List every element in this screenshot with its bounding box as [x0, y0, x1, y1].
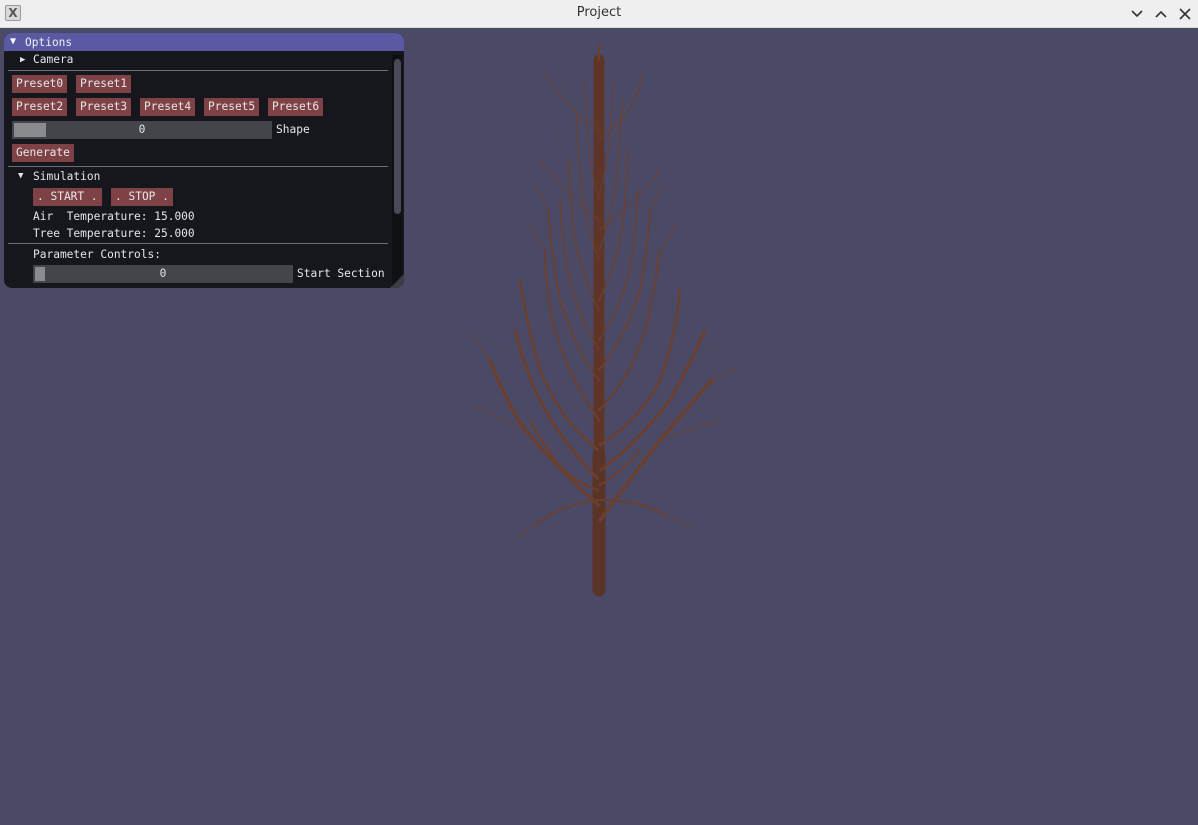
- separator: [8, 243, 388, 244]
- preset0-button[interactable]: Preset0: [12, 75, 68, 93]
- start-button[interactable]: . START .: [33, 188, 102, 206]
- simulation-header[interactable]: Simulation: [33, 170, 100, 183]
- chevron-down-icon: [1131, 10, 1143, 18]
- start-section-label: Start Section: [297, 267, 385, 280]
- close-button[interactable]: [1175, 4, 1195, 24]
- window-titlebar: X Project: [0, 0, 1198, 28]
- collapse-arrow-icon[interactable]: ▼: [18, 171, 23, 181]
- preset6-button[interactable]: Preset6: [268, 98, 324, 116]
- separator: [8, 166, 388, 167]
- generate-button[interactable]: Generate: [12, 144, 74, 162]
- minimize-button[interactable]: [1127, 4, 1147, 24]
- preset1-button[interactable]: Preset1: [76, 75, 132, 93]
- parameter-controls-label: Parameter Controls:: [33, 248, 161, 261]
- panel-scrollbar[interactable]: [392, 55, 402, 286]
- resize-grip[interactable]: [390, 274, 404, 288]
- maximize-button[interactable]: [1151, 4, 1171, 24]
- air-temperature-text: Air Temperature: 15.000: [33, 210, 195, 223]
- close-icon: [1179, 8, 1191, 20]
- separator: [8, 70, 388, 71]
- shape-slider-value: 0: [138, 123, 146, 136]
- preset2-button[interactable]: Preset2: [12, 98, 68, 116]
- start-section-slider[interactable]: 0: [33, 265, 293, 283]
- expand-arrow-icon[interactable]: ▶: [20, 55, 25, 65]
- shape-slider-label: Shape: [276, 123, 310, 136]
- preset5-button[interactable]: Preset5: [204, 98, 260, 116]
- collapse-arrow-icon[interactable]: ▼: [10, 36, 16, 47]
- options-panel-title: Options: [25, 36, 73, 49]
- window-title: Project: [576, 5, 622, 20]
- chevron-up-icon: [1155, 10, 1167, 18]
- options-panel-titlebar[interactable]: ▼ Options: [4, 33, 404, 51]
- scrollbar-thumb[interactable]: [394, 59, 401, 214]
- camera-header[interactable]: Camera: [33, 53, 73, 66]
- shape-slider[interactable]: 0: [12, 121, 272, 139]
- start-section-value: 0: [159, 267, 167, 280]
- tree-temperature-text: Tree Temperature: 25.000: [33, 227, 195, 240]
- preset3-button[interactable]: Preset3: [76, 98, 132, 116]
- stop-button[interactable]: . STOP .: [111, 188, 173, 206]
- preset4-button[interactable]: Preset4: [140, 98, 196, 116]
- options-panel[interactable]: ▼ Options ▶ Camera Preset0 Preset1 Prese…: [4, 33, 404, 288]
